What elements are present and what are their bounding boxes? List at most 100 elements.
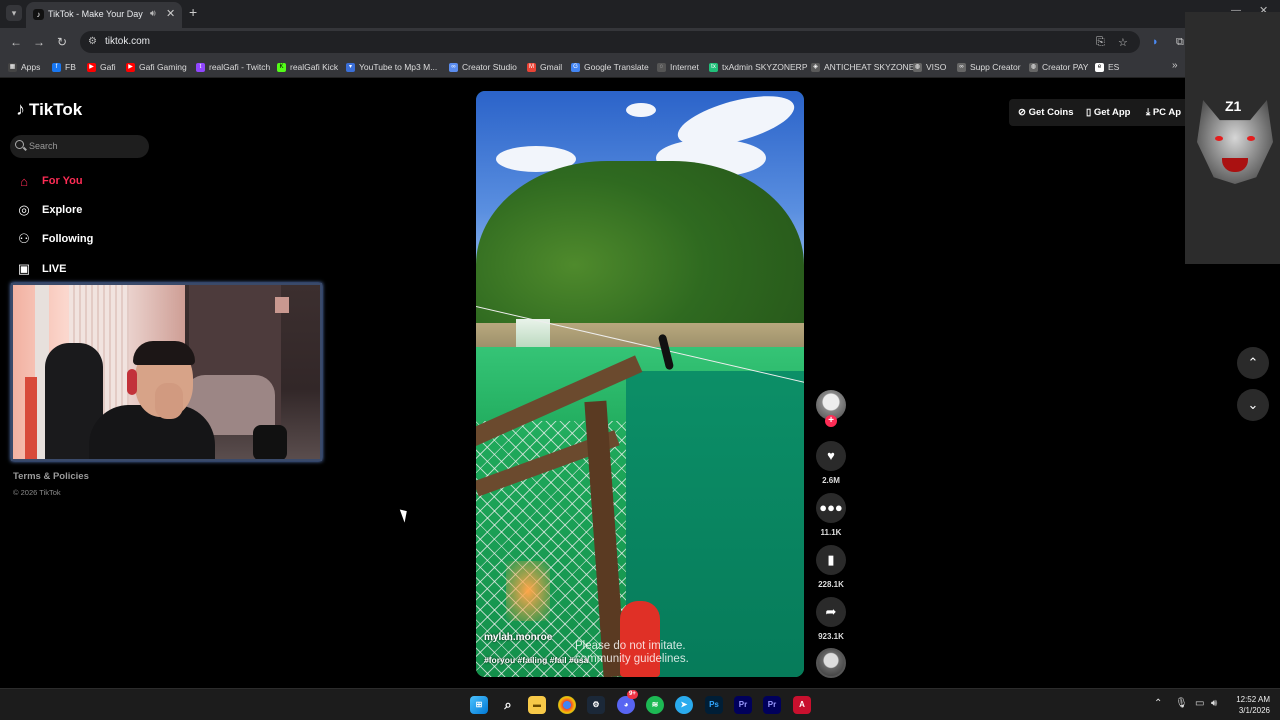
bookmark-item[interactable]: ◍ VISO xyxy=(913,61,946,73)
person-icon: ⚇ xyxy=(18,231,30,246)
address-bar[interactable]: ⚙ tiktok.com ⎘ ☆ xyxy=(80,31,1140,53)
top-action-bar: ⊘ Get Coins ▯ Get App ⤓ PC Ap xyxy=(1009,99,1185,126)
bookmark-item[interactable]: ▦ Apps xyxy=(8,61,40,73)
get-app-button[interactable]: ▯ Get App xyxy=(1086,107,1130,118)
video-cloud xyxy=(626,103,656,117)
volume-icon[interactable]: 🔊︎ xyxy=(1211,698,1217,709)
premiere-pro-icon[interactable]: Pr xyxy=(734,696,752,714)
premiere-pro-icon[interactable]: Pr xyxy=(763,696,781,714)
globe-icon: ◍ xyxy=(913,62,922,72)
reload-icon[interactable]: ↻ xyxy=(57,35,67,49)
photoshop-icon[interactable]: Ps xyxy=(705,696,723,714)
nav-for-you[interactable]: ⌂ For You xyxy=(14,172,82,190)
tab-close-icon[interactable]: ✕ xyxy=(166,7,175,20)
bookmark-item[interactable]: ▶ Gafi xyxy=(87,61,116,73)
microphone-icon[interactable]: 🎙︎ xyxy=(1175,698,1188,709)
video-warning-line-1: Please do not imitate. xyxy=(575,640,686,652)
chrome-icon[interactable] xyxy=(558,696,576,714)
bookmark-item[interactable]: t realGafi - Twitch xyxy=(196,61,270,73)
browser-toolbar: ← → ↻ ⚙ tiktok.com ⎘ ☆ ◗ ⧉ xyxy=(0,28,1280,56)
bookmark-item[interactable]: ▶ Gafi Gaming xyxy=(126,61,187,73)
terms-policies-link[interactable]: Terms & Policies xyxy=(13,471,89,482)
forward-arrow-icon[interactable]: → xyxy=(33,35,45,49)
site-info-icon[interactable]: ⚙ xyxy=(88,36,97,47)
apps-grid-icon: ▦ xyxy=(8,62,17,72)
gmail-icon: M xyxy=(527,62,536,72)
file-explorer-icon[interactable]: ▬ xyxy=(528,696,546,714)
video-float xyxy=(620,601,660,677)
video-player[interactable]: Please do not imitate. community guideli… xyxy=(476,91,804,677)
back-arrow-icon[interactable]: ← xyxy=(10,35,22,49)
globe-icon: ◌ xyxy=(657,62,666,72)
youtube-icon: ▶ xyxy=(126,62,135,72)
display-icon[interactable]: ▭ xyxy=(1195,698,1204,709)
previous-video-button[interactable]: ⌃ xyxy=(1237,347,1269,379)
nav-following[interactable]: ⚇ Following xyxy=(14,230,93,248)
bookmark-item[interactable]: ◌ Internet xyxy=(657,61,699,73)
telegram-icon[interactable]: ➤ xyxy=(675,696,693,714)
webcam-microphone xyxy=(253,425,287,459)
bookmark-item[interactable]: ∞ Creator Studio xyxy=(449,61,517,73)
browser-tab-tiktok[interactable]: ♪ TikTok - Make Your Day 🔊︎ ✕ xyxy=(26,2,182,28)
save-button[interactable]: ▮ xyxy=(816,545,846,575)
tiktok-logo[interactable]: ♪ TikTok xyxy=(16,99,82,120)
tiktok-logo-icon: ♪ xyxy=(16,99,25,119)
like-button[interactable]: ♥ xyxy=(816,441,846,471)
bookmark-item[interactable]: ◍ Creator PAY xyxy=(1029,61,1088,73)
get-coins-button[interactable]: ⊘ Get Coins xyxy=(1018,107,1073,118)
bookmark-item[interactable]: KrealGafi Kick xyxy=(277,61,338,73)
clock-time: 12:52 AM xyxy=(1236,695,1270,704)
next-video-button[interactable]: ⌄ xyxy=(1237,389,1269,421)
tab-title: TikTok - Make Your Day xyxy=(48,9,143,19)
wolf-eye xyxy=(1247,136,1255,141)
system-clock[interactable]: 12:52 AM 3/1/2026 xyxy=(1226,694,1270,716)
video-hashtags[interactable]: #foryou #failing #fail #usa xyxy=(484,655,588,665)
comment-count: 11.1K xyxy=(820,528,842,537)
pc-app-button[interactable]: ⤓ PC Ap xyxy=(1146,107,1181,118)
comment-button[interactable]: ●●● xyxy=(816,493,846,523)
extension-icon[interactable]: ◗ xyxy=(1152,35,1159,49)
bookmark-item[interactable]: e ES xyxy=(1095,61,1119,73)
bookmark-star-icon[interactable]: ☆ xyxy=(1118,36,1128,49)
bookmark-item[interactable]: ▾ YouTube to Mp3 M... xyxy=(346,61,437,73)
download-arrow-icon: ▾ xyxy=(346,62,355,72)
follow-plus-icon[interactable]: + xyxy=(825,415,837,427)
new-tab-button[interactable]: + xyxy=(189,5,197,19)
bookmark-item[interactable]: M Gmail xyxy=(527,61,562,73)
meta-icon: ∞ xyxy=(449,62,458,72)
video-author[interactable]: mylah.monroe xyxy=(484,632,552,643)
bookmark-item[interactable]: ◈ ANTICHEAT SKYZONE xyxy=(811,61,914,73)
bookmark-item[interactable]: G Google Translate xyxy=(571,61,649,73)
music-disc[interactable] xyxy=(816,648,846,678)
steam-icon[interactable]: ⚙ xyxy=(587,696,605,714)
search-placeholder: Search xyxy=(29,141,58,151)
live-tv-icon: ▣ xyxy=(17,261,31,276)
discord-icon[interactable]: ◕ 9+ xyxy=(617,690,638,714)
nav-explore[interactable]: ◎ Explore xyxy=(14,201,82,219)
webcam-streamer-hair xyxy=(133,341,195,365)
chevron-up-icon[interactable]: ⌃ xyxy=(1154,698,1162,709)
search-icon[interactable]: ⌕ xyxy=(499,696,517,714)
txadmin-icon: tx xyxy=(709,62,718,72)
nav-live[interactable]: ▣ LIVE xyxy=(14,260,67,278)
chevron-right-icon[interactable]: » xyxy=(1172,60,1178,71)
webcam-streamer-hand xyxy=(155,383,183,419)
share-button[interactable]: ➦ xyxy=(816,597,846,627)
search-input[interactable]: Search xyxy=(10,135,149,158)
adobe-acrobat-icon[interactable]: A xyxy=(793,696,811,714)
bookmark-item[interactable]: tx txAdmin SKYZONERP xyxy=(709,61,808,73)
search-icon xyxy=(15,140,24,149)
twitch-icon: t xyxy=(196,62,205,72)
spotify-icon[interactable]: ≋ xyxy=(646,696,664,714)
coin-icon: ⊘ xyxy=(1018,107,1029,118)
install-app-icon[interactable]: ⎘ xyxy=(1096,36,1105,49)
tab-search-button[interactable]: ▾ xyxy=(6,5,22,21)
extensions-puzzle-icon[interactable]: ⧉ xyxy=(1176,35,1184,49)
save-count: 228.1K xyxy=(818,580,844,589)
windows-start-icon[interactable]: ⊞ xyxy=(470,696,488,714)
share-count: 923.1K xyxy=(818,632,844,641)
webcam-chair-accent xyxy=(25,377,37,459)
speaker-icon[interactable]: 🔊︎ xyxy=(150,8,156,19)
bookmark-item[interactable]: f FB xyxy=(52,61,76,73)
bookmark-item[interactable]: ∞ Supp Creator xyxy=(957,61,1021,73)
